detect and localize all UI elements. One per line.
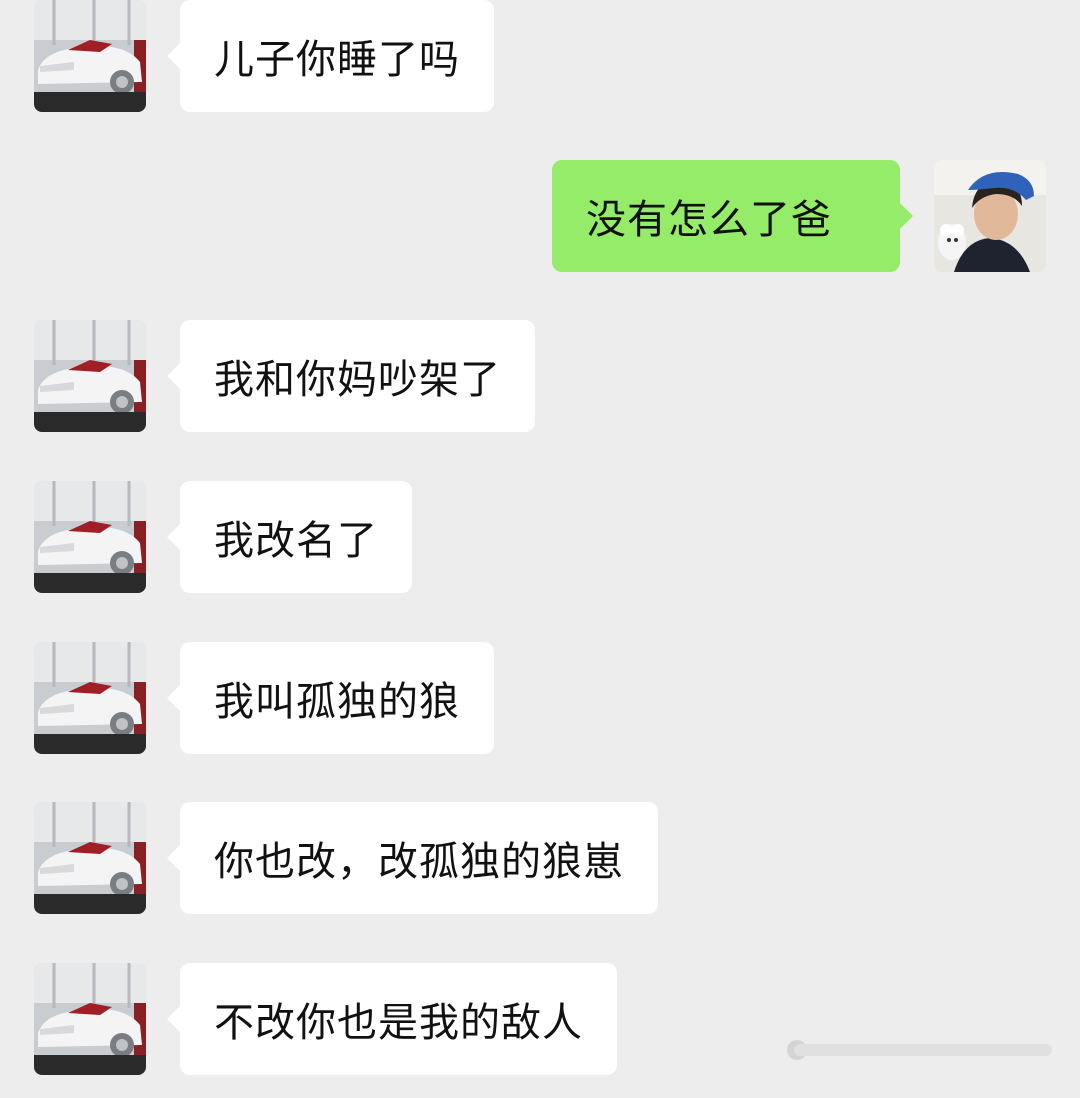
car-icon bbox=[34, 0, 146, 112]
message-row-incoming: 你也改，改孤独的狼崽 bbox=[34, 802, 724, 914]
watermark bbox=[786, 1039, 1052, 1061]
message-text: 你也改，改孤独的狼崽 bbox=[214, 839, 624, 885]
message-bubble[interactable]: 我和你妈吵架了 bbox=[167, 320, 535, 432]
father-avatar[interactable] bbox=[34, 0, 146, 112]
message-text: 我和你妈吵架了 bbox=[214, 357, 501, 403]
car-icon bbox=[34, 802, 146, 914]
my-avatar[interactable] bbox=[934, 160, 1046, 272]
message-row-incoming: 不改你也是我的敌人 bbox=[34, 963, 674, 1075]
father-avatar[interactable] bbox=[34, 802, 146, 914]
message-bubble[interactable]: 我叫孤独的狼 bbox=[167, 642, 494, 754]
car-icon bbox=[34, 963, 146, 1075]
message-bubble[interactable]: 你也改，改孤独的狼崽 bbox=[167, 802, 658, 914]
person-icon bbox=[934, 160, 1046, 272]
car-icon bbox=[34, 320, 146, 432]
message-bubble[interactable]: 不改你也是我的敌人 bbox=[167, 963, 617, 1075]
message-text: 儿子你睡了吗 bbox=[214, 37, 460, 83]
father-avatar[interactable] bbox=[34, 320, 146, 432]
message-text: 不改你也是我的敌人 bbox=[214, 1000, 583, 1046]
car-icon bbox=[34, 642, 146, 754]
message-row-incoming: 我叫孤独的狼 bbox=[34, 642, 534, 754]
car-icon bbox=[34, 481, 146, 593]
father-avatar[interactable] bbox=[34, 963, 146, 1075]
message-row-incoming: 我改名了 bbox=[34, 481, 434, 593]
father-avatar[interactable] bbox=[34, 642, 146, 754]
message-text: 我叫孤独的狼 bbox=[214, 679, 460, 725]
message-text: 没有怎么了爸 bbox=[586, 197, 832, 243]
message-bubble[interactable]: 没有怎么了爸 bbox=[552, 160, 913, 272]
father-avatar[interactable] bbox=[34, 481, 146, 593]
message-row-incoming: 我和你妈吵架了 bbox=[34, 320, 574, 432]
chat-conversation: 儿子你睡了吗 没有怎么了爸 我和你妈吵架了 我改名了 我叫孤独的狼 你也改，改孤… bbox=[0, 0, 1080, 1098]
message-row-outgoing: 没有怎么了爸 bbox=[552, 160, 1048, 272]
watermark-bar-icon bbox=[787, 1040, 1052, 1060]
message-text: 我改名了 bbox=[214, 518, 378, 564]
message-bubble[interactable]: 我改名了 bbox=[167, 481, 412, 593]
message-row-incoming: 儿子你睡了吗 bbox=[34, 0, 534, 112]
message-bubble[interactable]: 儿子你睡了吗 bbox=[167, 0, 494, 112]
